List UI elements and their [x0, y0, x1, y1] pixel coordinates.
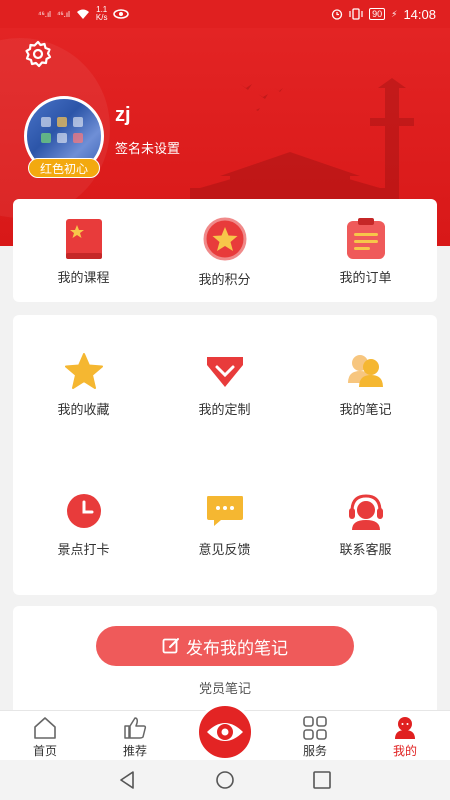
- wifi-icon: [76, 9, 89, 19]
- alarm-icon: [331, 9, 343, 20]
- tab-home[interactable]: 首页: [10, 711, 80, 761]
- my-customization-item[interactable]: 我的定制: [154, 353, 295, 418]
- order-list-icon: [346, 218, 385, 259]
- tab-mine[interactable]: 我的: [370, 711, 440, 761]
- user-icon: [395, 717, 415, 739]
- message-icon: [206, 496, 243, 526]
- quick-menu-card: 我的课程 我的积分 我的订单: [13, 199, 437, 302]
- avatar-container[interactable]: 红色初心: [24, 96, 104, 178]
- customer-service-label: 联系客服: [339, 542, 392, 557]
- recents-square-icon[interactable]: [310, 768, 334, 792]
- publish-note-button[interactable]: 发布我的笔记: [96, 626, 354, 666]
- avatar-tile: [73, 133, 83, 143]
- clock-time: 14:08: [403, 6, 436, 22]
- tab-mine-label: 我的: [392, 744, 417, 758]
- eye-comfort-icon: [113, 9, 130, 19]
- checkin-label: 景点打卡: [57, 542, 110, 557]
- tab-recommend-label: 推荐: [122, 744, 147, 758]
- my-points-label: 我的积分: [198, 272, 251, 287]
- status-bar: ⁴⁶.ıl ⁴⁶.ıl 1.1 K/s 90 ⚡ 14:08: [0, 0, 450, 28]
- my-orders-label: 我的订单: [339, 270, 392, 285]
- people-icon: [347, 355, 383, 387]
- notes-card: 发布我的笔记 党员笔记: [13, 606, 437, 716]
- system-nav-bar: [0, 760, 450, 800]
- status-right: 90 ⚡ 14:08: [331, 7, 436, 22]
- avatar-tile: [41, 133, 51, 143]
- battery-level: 90: [369, 8, 386, 20]
- eye-icon: [207, 723, 243, 741]
- signal-indicator-2: ⁴⁶.ıl: [56, 9, 70, 19]
- my-customization-label: 我的定制: [198, 402, 251, 417]
- party-notes-caption: 党员笔记: [198, 681, 251, 696]
- feedback-label: 意见反馈: [198, 542, 251, 557]
- grid-icon: [303, 716, 327, 740]
- my-courses-label: 我的课程: [57, 270, 110, 285]
- my-notes-label: 我的笔记: [339, 402, 392, 417]
- signature[interactable]: 签名未设置: [115, 138, 180, 157]
- headset-icon: [348, 494, 383, 530]
- avatar-tile: [41, 117, 51, 127]
- tab-services-label: 服务: [302, 744, 327, 758]
- network-speed: 1.1 K/s: [95, 5, 108, 22]
- tab-services[interactable]: 服务: [280, 711, 350, 761]
- my-points-item[interactable]: 我的积分: [154, 217, 295, 288]
- my-favorites-label: 我的收藏: [57, 402, 110, 417]
- customer-service-item[interactable]: 联系客服: [295, 493, 436, 558]
- book-icon: [65, 219, 102, 259]
- signal-indicator-1: ⁴⁶.ıl: [38, 9, 51, 19]
- star-coin-icon: [203, 217, 246, 261]
- publish-note-label: 发布我的笔记: [186, 638, 288, 658]
- thumb-up-icon: [124, 717, 147, 739]
- edit-icon: [162, 638, 179, 654]
- gem-icon: [206, 357, 243, 387]
- settings-gear-icon[interactable]: [24, 40, 52, 68]
- my-courses-item[interactable]: 我的课程: [13, 217, 154, 286]
- charging-icon: ⚡: [391, 8, 398, 19]
- tab-home-label: 首页: [32, 744, 57, 758]
- my-notes-item[interactable]: 我的笔记: [295, 353, 436, 418]
- member-badge: 红色初心: [28, 158, 100, 178]
- home-circle-icon[interactable]: [213, 768, 237, 792]
- back-icon[interactable]: [115, 768, 139, 792]
- vibrate-icon: [349, 8, 363, 20]
- checkin-item[interactable]: 景点打卡: [13, 493, 154, 558]
- avatar-tile: [57, 133, 67, 143]
- tab-recommend[interactable]: 推荐: [100, 711, 170, 761]
- feedback-item[interactable]: 意见反馈: [154, 493, 295, 558]
- my-orders-item[interactable]: 我的订单: [295, 217, 436, 286]
- username: zj: [115, 104, 131, 126]
- home-icon: [34, 717, 56, 739]
- avatar-tile: [57, 117, 67, 127]
- center-eye-button[interactable]: [196, 703, 254, 761]
- grid-menu-card: 我的收藏 我的定制 我的笔记 景点打卡 意见反馈 联系客服: [13, 315, 437, 595]
- my-favorites-item[interactable]: 我的收藏: [13, 353, 154, 418]
- avatar-tile: [73, 117, 83, 127]
- star-icon: [64, 353, 103, 389]
- clock-icon: [66, 494, 101, 528]
